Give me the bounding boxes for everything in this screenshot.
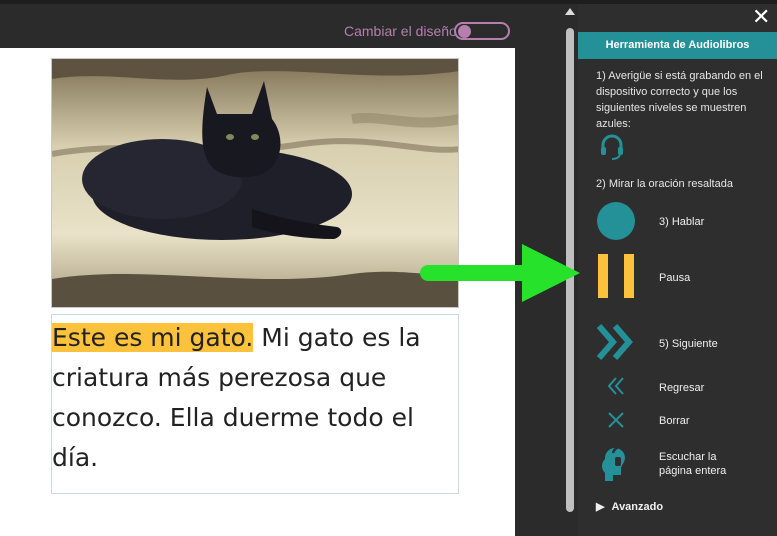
toggle-knob (458, 25, 471, 38)
listen-page-icon[interactable] (599, 445, 631, 483)
back-label: Regresar (659, 382, 705, 394)
headset-icon[interactable] (598, 132, 626, 160)
scroll-up-arrow-icon[interactable] (565, 8, 575, 15)
record-icon[interactable] (596, 201, 636, 241)
advanced-toggle[interactable]: ▶ Avanzado (596, 500, 663, 513)
listen-label-line1: Escuchar la (659, 451, 717, 463)
arrow-annotation-icon (420, 244, 580, 302)
close-icon[interactable]: ✕ (752, 4, 770, 30)
next-label: 5) Siguiente (659, 338, 718, 350)
editor-toolbar: Cambiar el diseño (0, 4, 560, 48)
step1-instructions: 1) Averigüe si está grabando en el dispo… (596, 70, 763, 130)
clear-label: Borrar (659, 415, 690, 427)
back-icon[interactable] (606, 376, 626, 396)
layout-toggle-label: Cambiar el diseño (344, 23, 457, 39)
step2-instructions: 2) Mirar la oración resaltada (596, 178, 733, 190)
listen-label-line2: página entera (659, 465, 727, 477)
pause-icon[interactable] (598, 254, 634, 298)
clear-icon[interactable] (607, 411, 625, 429)
speak-label: 3) Hablar (659, 216, 705, 228)
pause-label: Pausa (659, 272, 691, 284)
highlighted-sentence[interactable]: Este es mi gato. (52, 323, 254, 352)
story-image[interactable] (51, 58, 459, 308)
triangle-right-icon: ▶ (596, 501, 605, 513)
advanced-label: Avanzado (611, 501, 664, 513)
panel-title: Herramienta de Audiolibros (578, 32, 777, 59)
layout-toggle[interactable] (454, 22, 510, 40)
audiobook-tool-panel: ✕ Herramienta de Audiolibros 1) Averigüe… (578, 4, 777, 536)
next-icon[interactable] (597, 322, 635, 362)
cat-photo (52, 59, 458, 307)
story-text: Este es mi gato. Mi gato es la criatura … (52, 318, 462, 478)
